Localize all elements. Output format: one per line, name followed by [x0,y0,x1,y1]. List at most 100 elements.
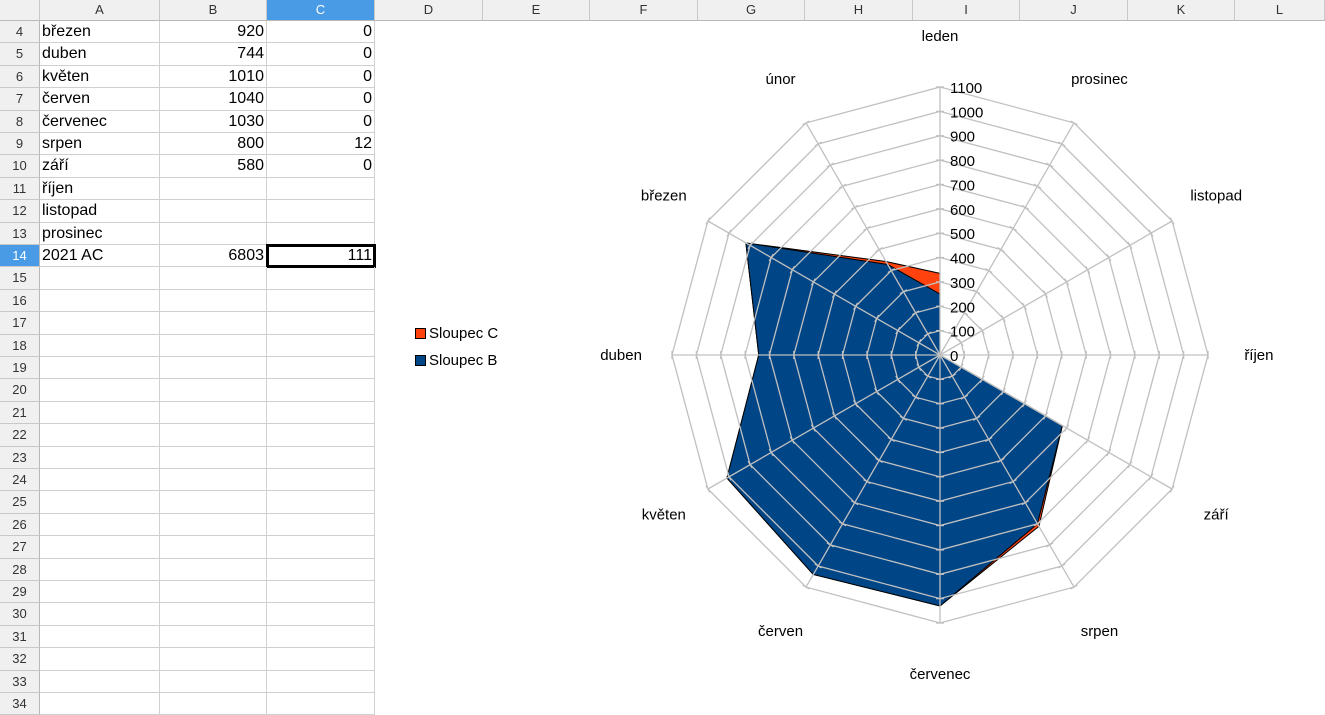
row-header[interactable]: 16 [0,289,40,313]
column-header-K[interactable]: K [1128,0,1235,20]
cell-B14[interactable]: 6803 [160,245,267,268]
cell-A14[interactable]: 2021 AC [40,245,160,268]
row-header[interactable]: 6 [0,65,40,89]
cell-B30[interactable] [160,603,267,626]
column-header-B[interactable]: B [160,0,267,20]
cell-C20[interactable] [267,379,375,402]
select-all-corner[interactable] [0,0,40,20]
row-header[interactable]: 9 [0,133,40,156]
cell-A29[interactable] [40,581,160,604]
cell-B22[interactable] [160,424,267,447]
cell-C34[interactable] [267,693,375,715]
cell-B20[interactable] [160,379,267,402]
column-header-C[interactable]: C [267,0,375,20]
cell-B23[interactable] [160,446,267,469]
cell-C9[interactable]: 12 [267,133,375,156]
cell-C33[interactable] [267,670,375,693]
cell-C14[interactable]: 111 [266,243,376,269]
cell-A12[interactable]: listopad [40,200,160,223]
cell-A30[interactable] [40,603,160,626]
row-header[interactable]: 21 [0,401,40,425]
row-header[interactable]: 25 [0,491,40,514]
cell-C8[interactable]: 0 [267,110,375,133]
cell-B33[interactable] [160,670,267,693]
cell-C18[interactable] [267,334,375,357]
cell-C13[interactable] [267,222,375,245]
cell-A8[interactable]: červenec [40,110,160,133]
row-header[interactable]: 11 [0,177,40,201]
row-header[interactable]: 17 [0,312,40,335]
cell-C4[interactable]: 0 [267,21,375,44]
row-header[interactable]: 10 [0,155,40,178]
column-header-A[interactable]: A [40,0,160,20]
cell-C25[interactable] [267,491,375,514]
cell-C17[interactable] [267,312,375,335]
column-header-D[interactable]: D [375,0,483,20]
cell-A26[interactable] [40,513,160,537]
cell-B8[interactable]: 1030 [160,110,267,133]
cell-C27[interactable] [267,536,375,559]
cell-A5[interactable]: duben [40,43,160,66]
cell-A23[interactable] [40,446,160,469]
cell-C32[interactable] [267,648,375,671]
cell-A4[interactable]: březen [40,21,160,44]
row-header[interactable]: 28 [0,558,40,581]
row-header[interactable]: 5 [0,43,40,66]
cell-B27[interactable] [160,536,267,559]
row-header[interactable]: 34 [0,693,40,715]
row-header[interactable]: 20 [0,379,40,402]
cell-B21[interactable] [160,401,267,425]
cell-A9[interactable]: srpen [40,133,160,156]
cell-A34[interactable] [40,693,160,715]
cell-C19[interactable] [267,357,375,380]
row-header[interactable]: 33 [0,670,40,693]
radar-chart[interactable]: leden únor březen duben květen červen červenec… [383,21,1325,715]
cell-B7[interactable]: 1040 [160,88,267,111]
cell-B5[interactable]: 744 [160,43,267,66]
cell-C22[interactable] [267,424,375,447]
cell-C11[interactable] [267,177,375,201]
row-header[interactable]: 7 [0,88,40,111]
cell-A6[interactable]: květen [40,65,160,89]
cell-B9[interactable]: 800 [160,133,267,156]
row-header[interactable]: 26 [0,513,40,537]
cell-C23[interactable] [267,446,375,469]
column-header-L[interactable]: L [1235,0,1325,20]
cell-A11[interactable]: říjen [40,177,160,201]
cell-B28[interactable] [160,558,267,581]
cell-B4[interactable]: 920 [160,21,267,44]
cell-C30[interactable] [267,603,375,626]
row-header[interactable]: 14 [0,245,40,268]
row-header[interactable]: 30 [0,603,40,626]
cell-C5[interactable]: 0 [267,43,375,66]
cell-C26[interactable] [267,513,375,537]
cell-B6[interactable]: 1010 [160,65,267,89]
cell-C12[interactable] [267,200,375,223]
column-header-G[interactable]: G [698,0,805,20]
cell-B34[interactable] [160,693,267,715]
row-header[interactable]: 12 [0,200,40,223]
cell-A7[interactable]: červen [40,88,160,111]
cell-C10[interactable]: 0 [267,155,375,178]
cell-B10[interactable]: 580 [160,155,267,178]
row-header[interactable]: 22 [0,424,40,447]
cell-B13[interactable] [160,222,267,245]
row-header[interactable]: 29 [0,581,40,604]
cell-A16[interactable] [40,289,160,313]
cell-A10[interactable]: září [40,155,160,178]
cell-A33[interactable] [40,670,160,693]
column-header-F[interactable]: F [590,0,698,20]
cell-C29[interactable] [267,581,375,604]
cell-C31[interactable] [267,625,375,649]
cell-B12[interactable] [160,200,267,223]
row-header[interactable]: 4 [0,21,40,44]
cell-A25[interactable] [40,491,160,514]
cell-A27[interactable] [40,536,160,559]
row-header[interactable]: 19 [0,357,40,380]
column-header-E[interactable]: E [483,0,590,20]
cell-B17[interactable] [160,312,267,335]
row-header[interactable]: 31 [0,625,40,649]
cell-A20[interactable] [40,379,160,402]
cell-A22[interactable] [40,424,160,447]
cell-A13[interactable]: prosinec [40,222,160,245]
